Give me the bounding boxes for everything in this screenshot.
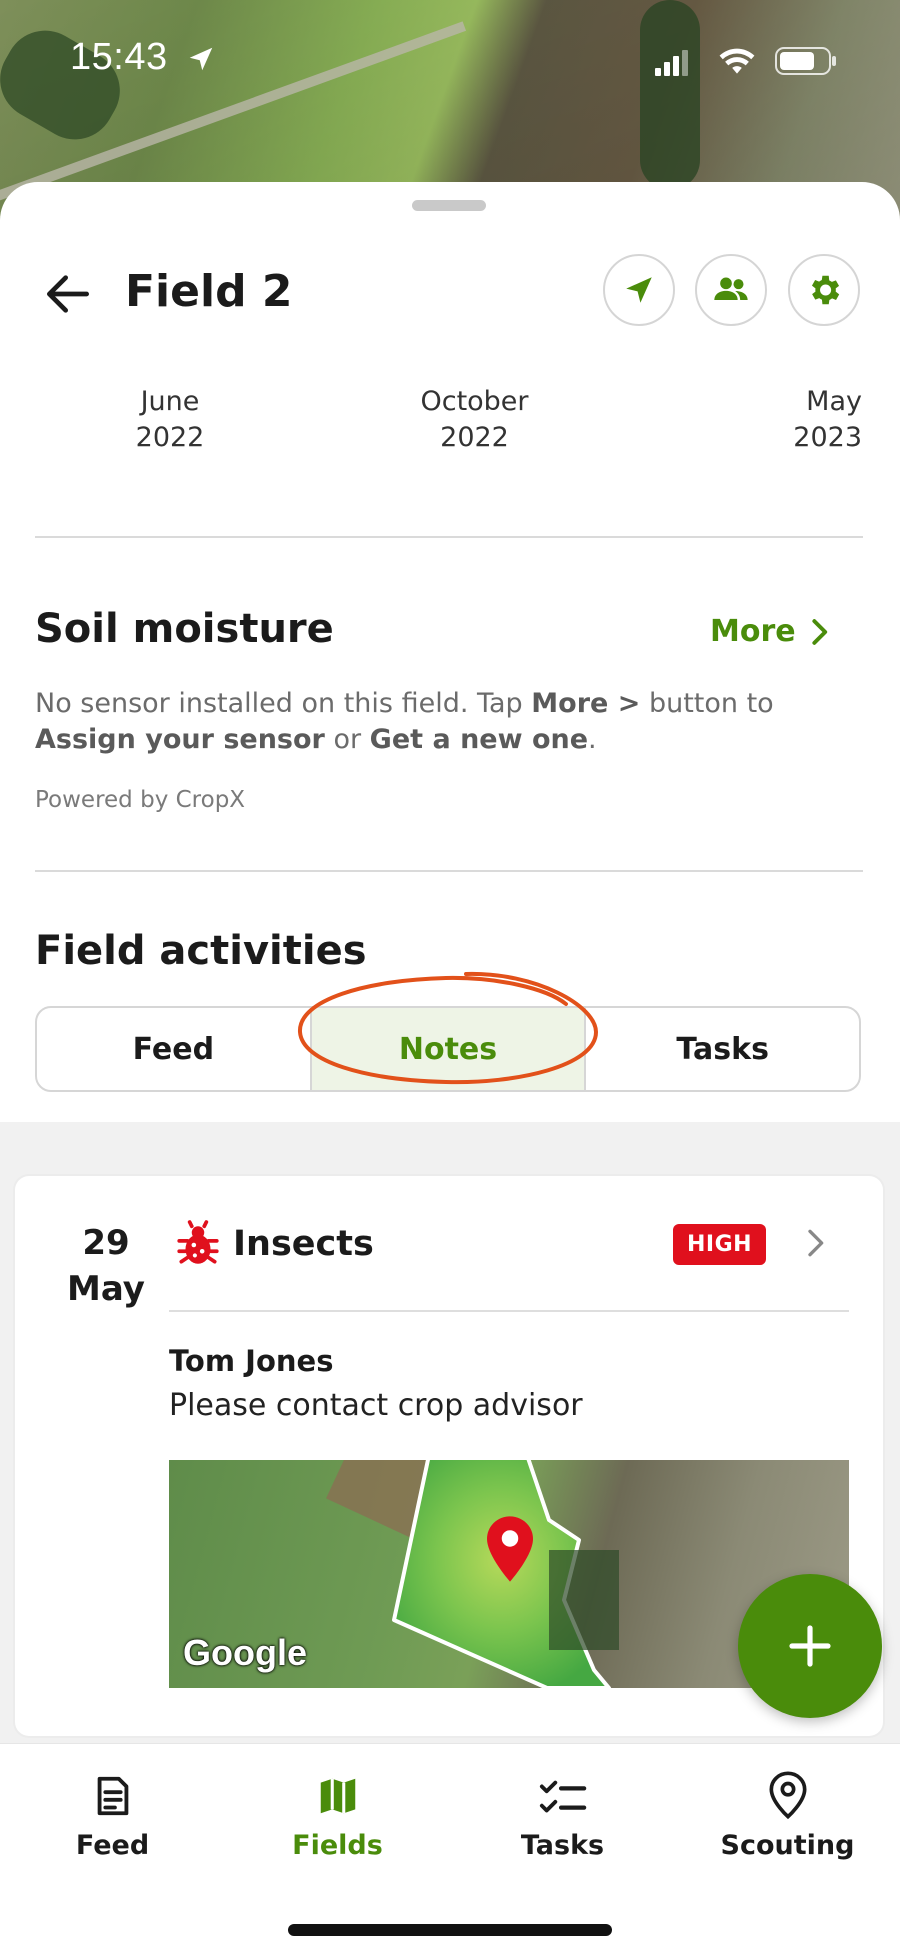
tree-line [640, 0, 700, 190]
text: . [588, 724, 597, 755]
divider [35, 536, 863, 538]
tab-tasks[interactable]: Tasks [584, 1008, 859, 1090]
soil-moisture-title: Soil moisture [35, 606, 334, 652]
wifi-icon [719, 48, 755, 74]
status-time: 15:43 [70, 36, 168, 78]
field-details-sheet: Field 2 June 2022 October 2022 May 2023 … [0, 182, 900, 1122]
plus-icon [789, 1625, 831, 1667]
home-indicator[interactable] [288, 1924, 612, 1936]
bottom-navigation: Feed Fields Tasks Scouting [0, 1744, 900, 1949]
note-text: Please contact crop advisor [169, 1388, 583, 1423]
timeline-month: October [420, 386, 529, 417]
people-icon [714, 277, 748, 300]
tab-feed[interactable]: Feed [37, 1008, 310, 1090]
battery-icon [775, 47, 836, 75]
text-bold: More > [531, 688, 641, 719]
status-bar: 15:43 [0, 36, 900, 86]
note-month: May [67, 1269, 145, 1309]
note-day: 29 [82, 1223, 130, 1263]
nav-item-fields[interactable]: Fields [225, 1768, 450, 1861]
gear-icon [811, 275, 840, 305]
sheet-grabber[interactable] [412, 200, 486, 211]
back-arrow-icon [47, 275, 89, 313]
nav-label: Scouting [720, 1830, 855, 1861]
bug-icon [177, 1220, 219, 1264]
nav-item-feed[interactable]: Feed [0, 1768, 225, 1861]
page-title: Field 2 [125, 266, 293, 317]
note-author: Tom Jones [169, 1344, 334, 1378]
divider [169, 1310, 849, 1312]
soil-moisture-more-button[interactable]: More [710, 614, 830, 649]
nav-label: Fields [292, 1830, 383, 1861]
text-bold: Get a new one [369, 724, 589, 755]
timeline-month: June [140, 386, 200, 417]
checklist-icon [539, 1780, 586, 1813]
tab-notes[interactable]: Notes [309, 1008, 585, 1090]
text: button to [640, 688, 774, 719]
soil-moisture-description: No sensor installed on this field. Tap M… [35, 686, 855, 758]
nav-item-tasks[interactable]: Tasks [450, 1768, 675, 1861]
text: No sensor installed on this field. Tap [35, 688, 532, 719]
text: or [324, 724, 370, 755]
season-timeline[interactable]: June 2022 October 2022 May 2023 [0, 384, 900, 464]
back-button[interactable] [40, 266, 96, 322]
note-date: 29 May [51, 1220, 161, 1312]
chevron-right-icon[interactable] [805, 1228, 825, 1258]
location-arrow-icon [189, 47, 213, 71]
map-icon [320, 1778, 355, 1814]
more-label: More [710, 614, 796, 649]
document-icon [97, 1776, 128, 1816]
timeline-item[interactable]: May 2023 [772, 384, 862, 456]
navigate-icon [626, 277, 652, 303]
priority-badge: HIGH [673, 1224, 767, 1265]
signal-icon [655, 50, 688, 76]
google-logo: Google [183, 1632, 307, 1673]
timeline-year: 2023 [793, 422, 862, 453]
divider [35, 870, 863, 872]
share-people-button[interactable] [695, 254, 767, 326]
timeline-year: 2022 [135, 422, 205, 453]
timeline-item[interactable]: October 2022 [402, 384, 547, 456]
timeline-year: 2022 [440, 422, 509, 453]
location-pin-icon [487, 1516, 533, 1582]
text-bold: Assign your sensor [35, 724, 325, 755]
timeline-item[interactable]: June 2022 [110, 384, 230, 456]
nav-item-scouting[interactable]: Scouting [675, 1768, 900, 1861]
note-category: Insects [233, 1224, 374, 1264]
chevron-right-icon [811, 618, 827, 645]
nav-label: Tasks [520, 1830, 605, 1861]
add-button[interactable] [738, 1574, 882, 1718]
timeline-month: May [806, 386, 862, 417]
location-pin-icon [768, 1771, 807, 1820]
powered-by-label: Powered by CropX [35, 787, 246, 813]
activities-segmented-control[interactable]: Feed Notes Tasks [35, 1006, 861, 1092]
field-activities-title: Field activities [35, 928, 367, 974]
settings-button[interactable] [788, 254, 860, 326]
navigate-button[interactable] [603, 254, 675, 326]
nav-label: Feed [75, 1830, 150, 1861]
